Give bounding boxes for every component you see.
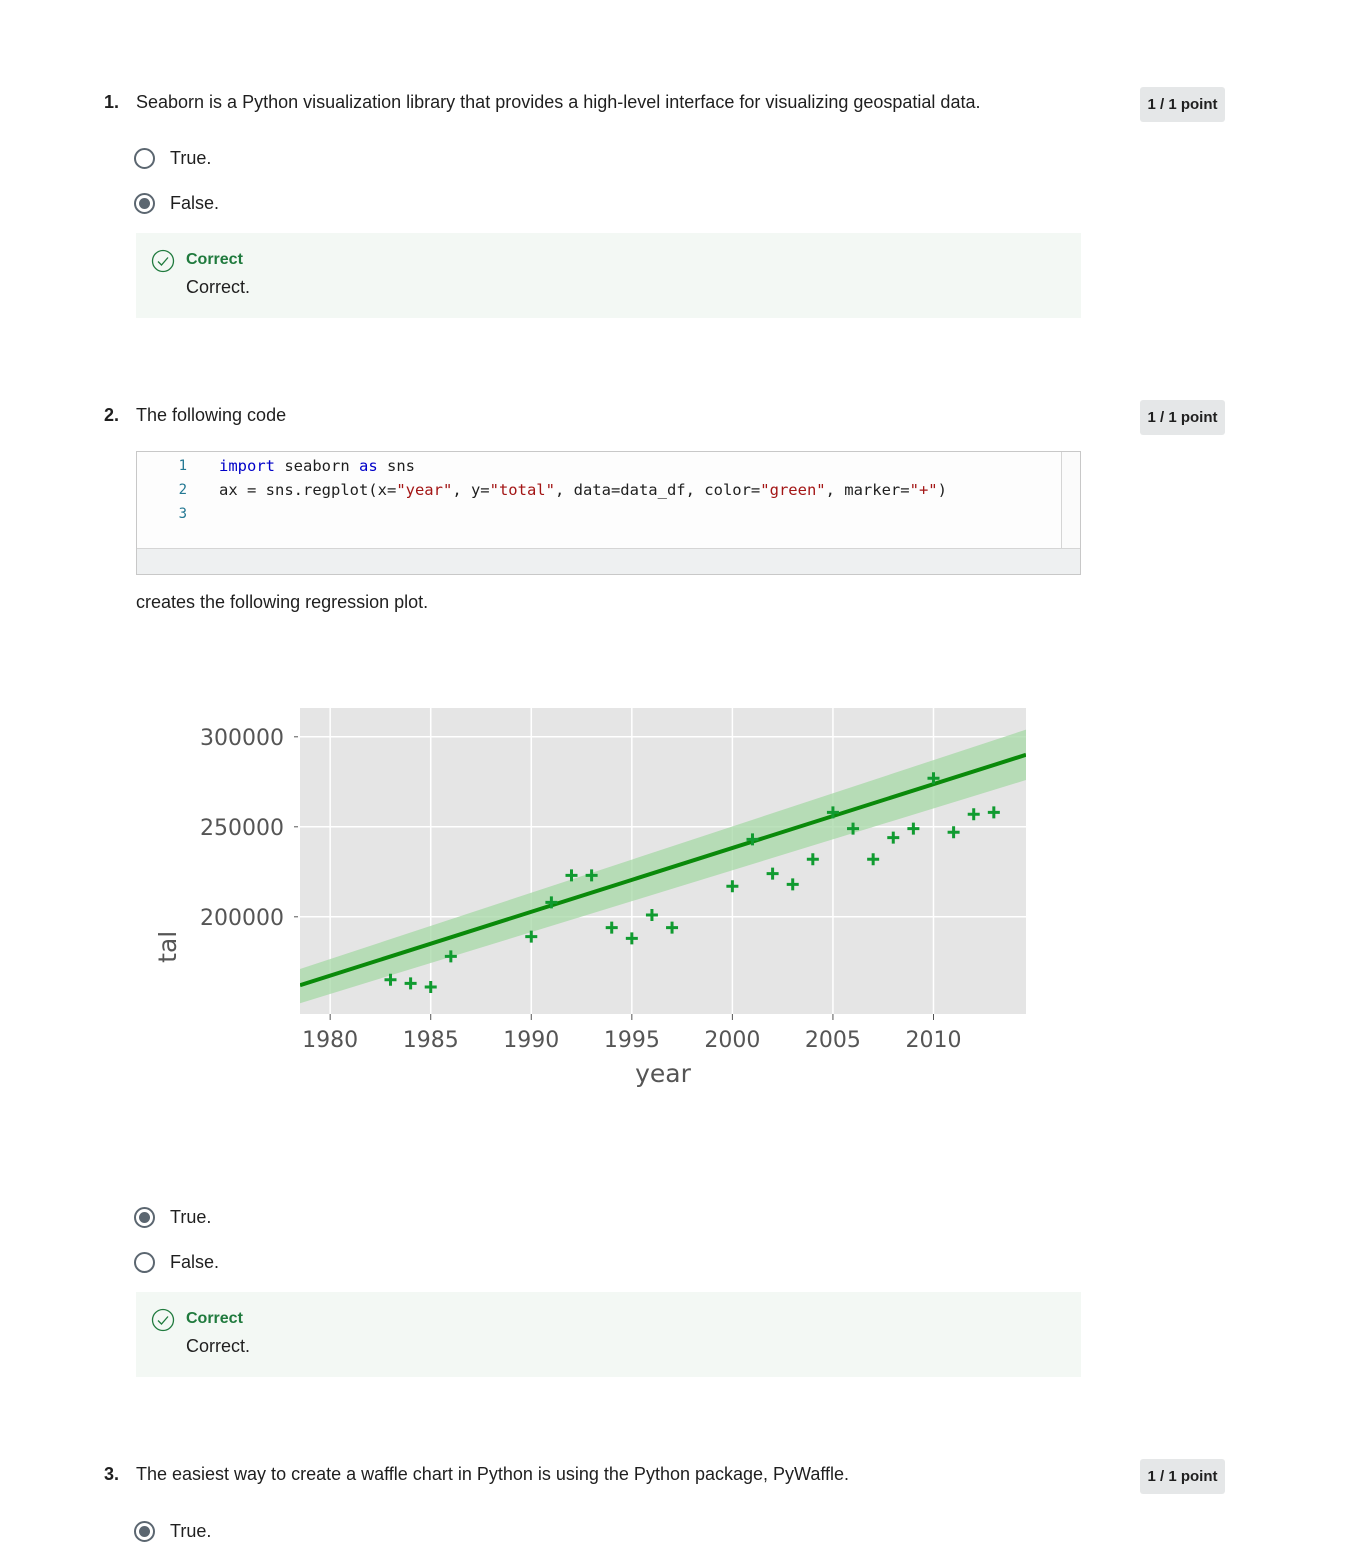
x-tick-label: 1985	[403, 1028, 459, 1053]
feedback-text: Correct.	[186, 277, 251, 297]
feedback-title: Correct	[186, 1310, 243, 1327]
code-block[interactable]: 1 import seaborn as sns 2 ax = sns.regplot(…	[136, 451, 1081, 575]
code-scrollbar[interactable]	[1061, 452, 1080, 548]
question-text: Seaborn is a Python visualization librar…	[136, 92, 981, 112]
option-label: False.	[170, 192, 220, 213]
option-true[interactable]: True.	[134, 1203, 211, 1231]
code-text: ax = sns.regplot(x="year", y="total", da…	[219, 481, 947, 499]
code-line: 3	[137, 502, 219, 526]
feedback-title: Correct	[186, 251, 243, 268]
line-number: 1	[178, 458, 187, 474]
line-number: 2	[178, 482, 187, 498]
y-tick-label: 200000	[200, 906, 284, 931]
option-label: False.	[170, 1251, 220, 1272]
regression-plot: 1980 1985 1990 1995 2000 2005 2010 300000 250000…	[158, 700, 1038, 1100]
feedback-text: Correct.	[186, 1336, 251, 1356]
points-badge: 1 / 1 point	[1140, 1459, 1225, 1494]
x-tick-label: 2010	[905, 1028, 961, 1053]
option-true[interactable]: True.	[134, 144, 211, 172]
check-circle-icon	[151, 1308, 175, 1332]
radio-button[interactable]	[134, 192, 155, 214]
feedback-box: Correct Correct.	[136, 233, 1081, 318]
option-label: True.	[170, 1206, 212, 1227]
points-badge: 1 / 1 point	[1140, 87, 1225, 122]
code-text: import seaborn as sns	[219, 457, 415, 475]
question-number: 2.	[104, 405, 120, 425]
x-tick-label: 1980	[302, 1028, 358, 1053]
x-tick-label: 2005	[805, 1028, 861, 1053]
option-false[interactable]: False.	[134, 189, 219, 217]
radio-button[interactable]	[134, 1520, 155, 1542]
radio-button[interactable]	[134, 1251, 155, 1273]
option-true[interactable]: True.	[134, 1517, 211, 1545]
option-label: True.	[170, 1520, 212, 1541]
option-label: True.	[170, 147, 212, 168]
x-axis-label: year	[635, 1059, 691, 1088]
question-text: The following code	[136, 405, 287, 425]
y-tick-label: 300000	[200, 726, 284, 751]
y-tick-label: 250000	[200, 816, 284, 841]
radio-button[interactable]	[134, 1206, 155, 1228]
after-code-text: creates the following regression plot.	[136, 592, 429, 612]
x-tick-label: 1995	[604, 1028, 660, 1053]
y-axis-label: tal	[158, 931, 182, 963]
code-footer	[137, 548, 1080, 574]
question-number: 1.	[104, 92, 120, 112]
feedback-box: Correct Correct.	[136, 1292, 1081, 1377]
code-line: 1 import seaborn as sns	[137, 454, 415, 478]
line-number: 3	[178, 506, 187, 522]
code-line: 2 ax = sns.regplot(x="year", y="total", d…	[137, 478, 947, 502]
points-badge: 1 / 1 point	[1140, 400, 1225, 435]
radio-button[interactable]	[134, 147, 155, 169]
question-number: 3.	[104, 1464, 120, 1484]
option-false[interactable]: False.	[134, 1248, 219, 1276]
x-tick-label: 1990	[503, 1028, 559, 1053]
question-text: The easiest way to create a waffle chart…	[136, 1464, 850, 1484]
check-circle-icon	[151, 249, 175, 273]
x-tick-label: 2000	[704, 1028, 760, 1053]
